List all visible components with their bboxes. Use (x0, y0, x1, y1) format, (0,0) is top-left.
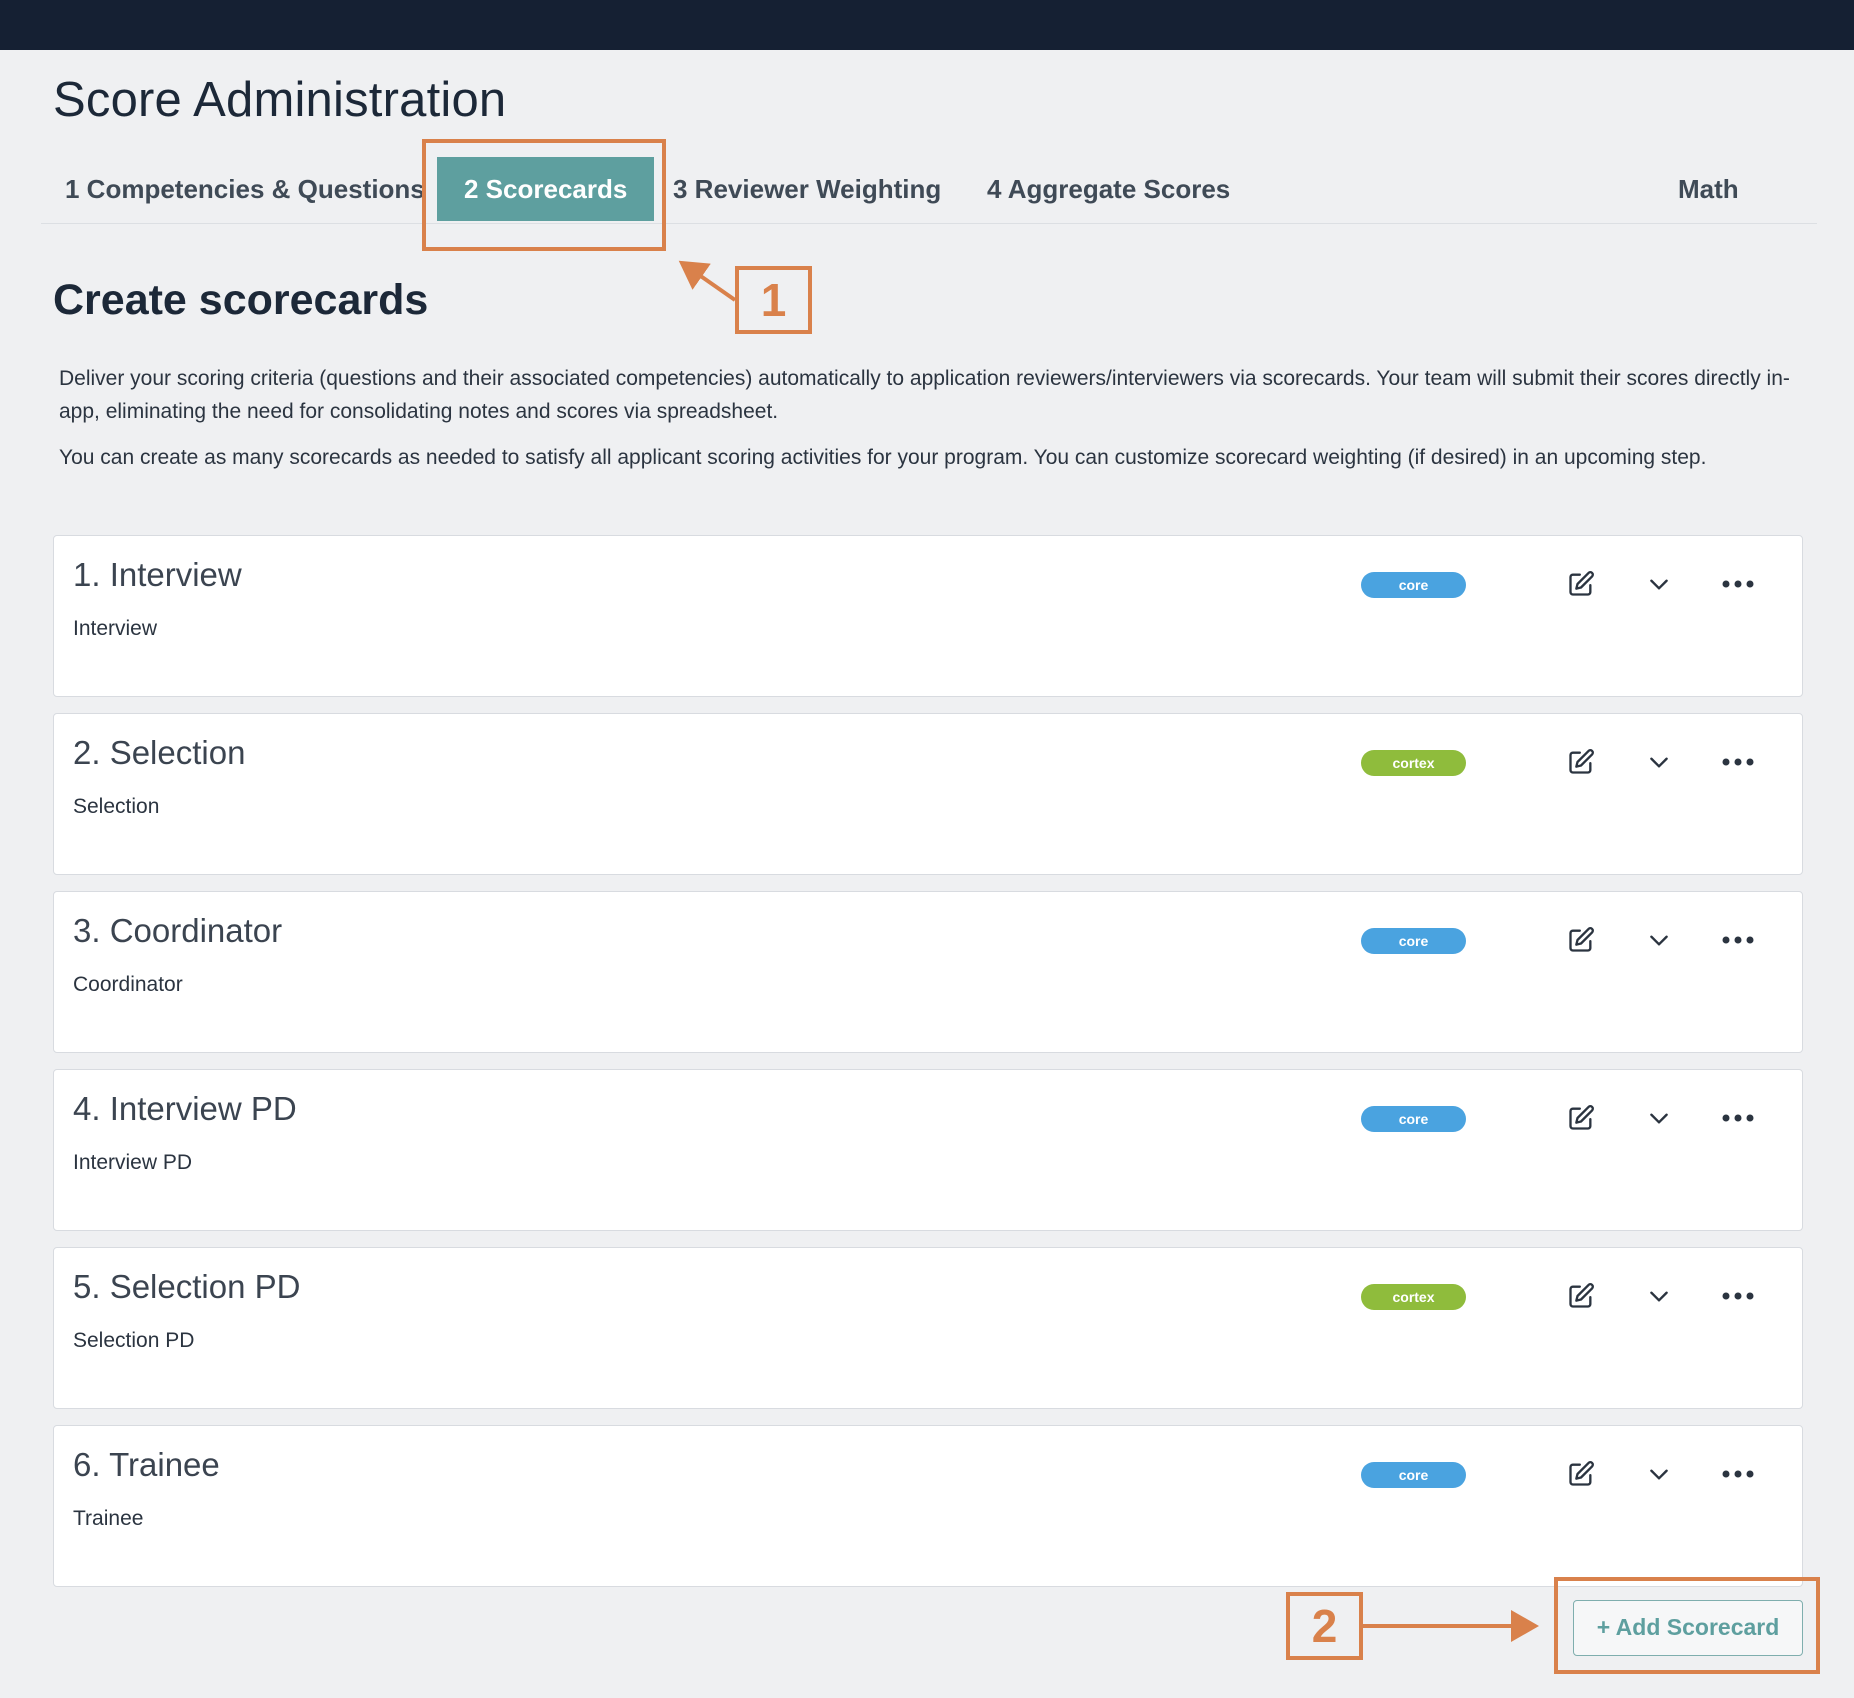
annotation-arrow-1 (678, 260, 737, 302)
annotation-arrows (678, 260, 1539, 1642)
